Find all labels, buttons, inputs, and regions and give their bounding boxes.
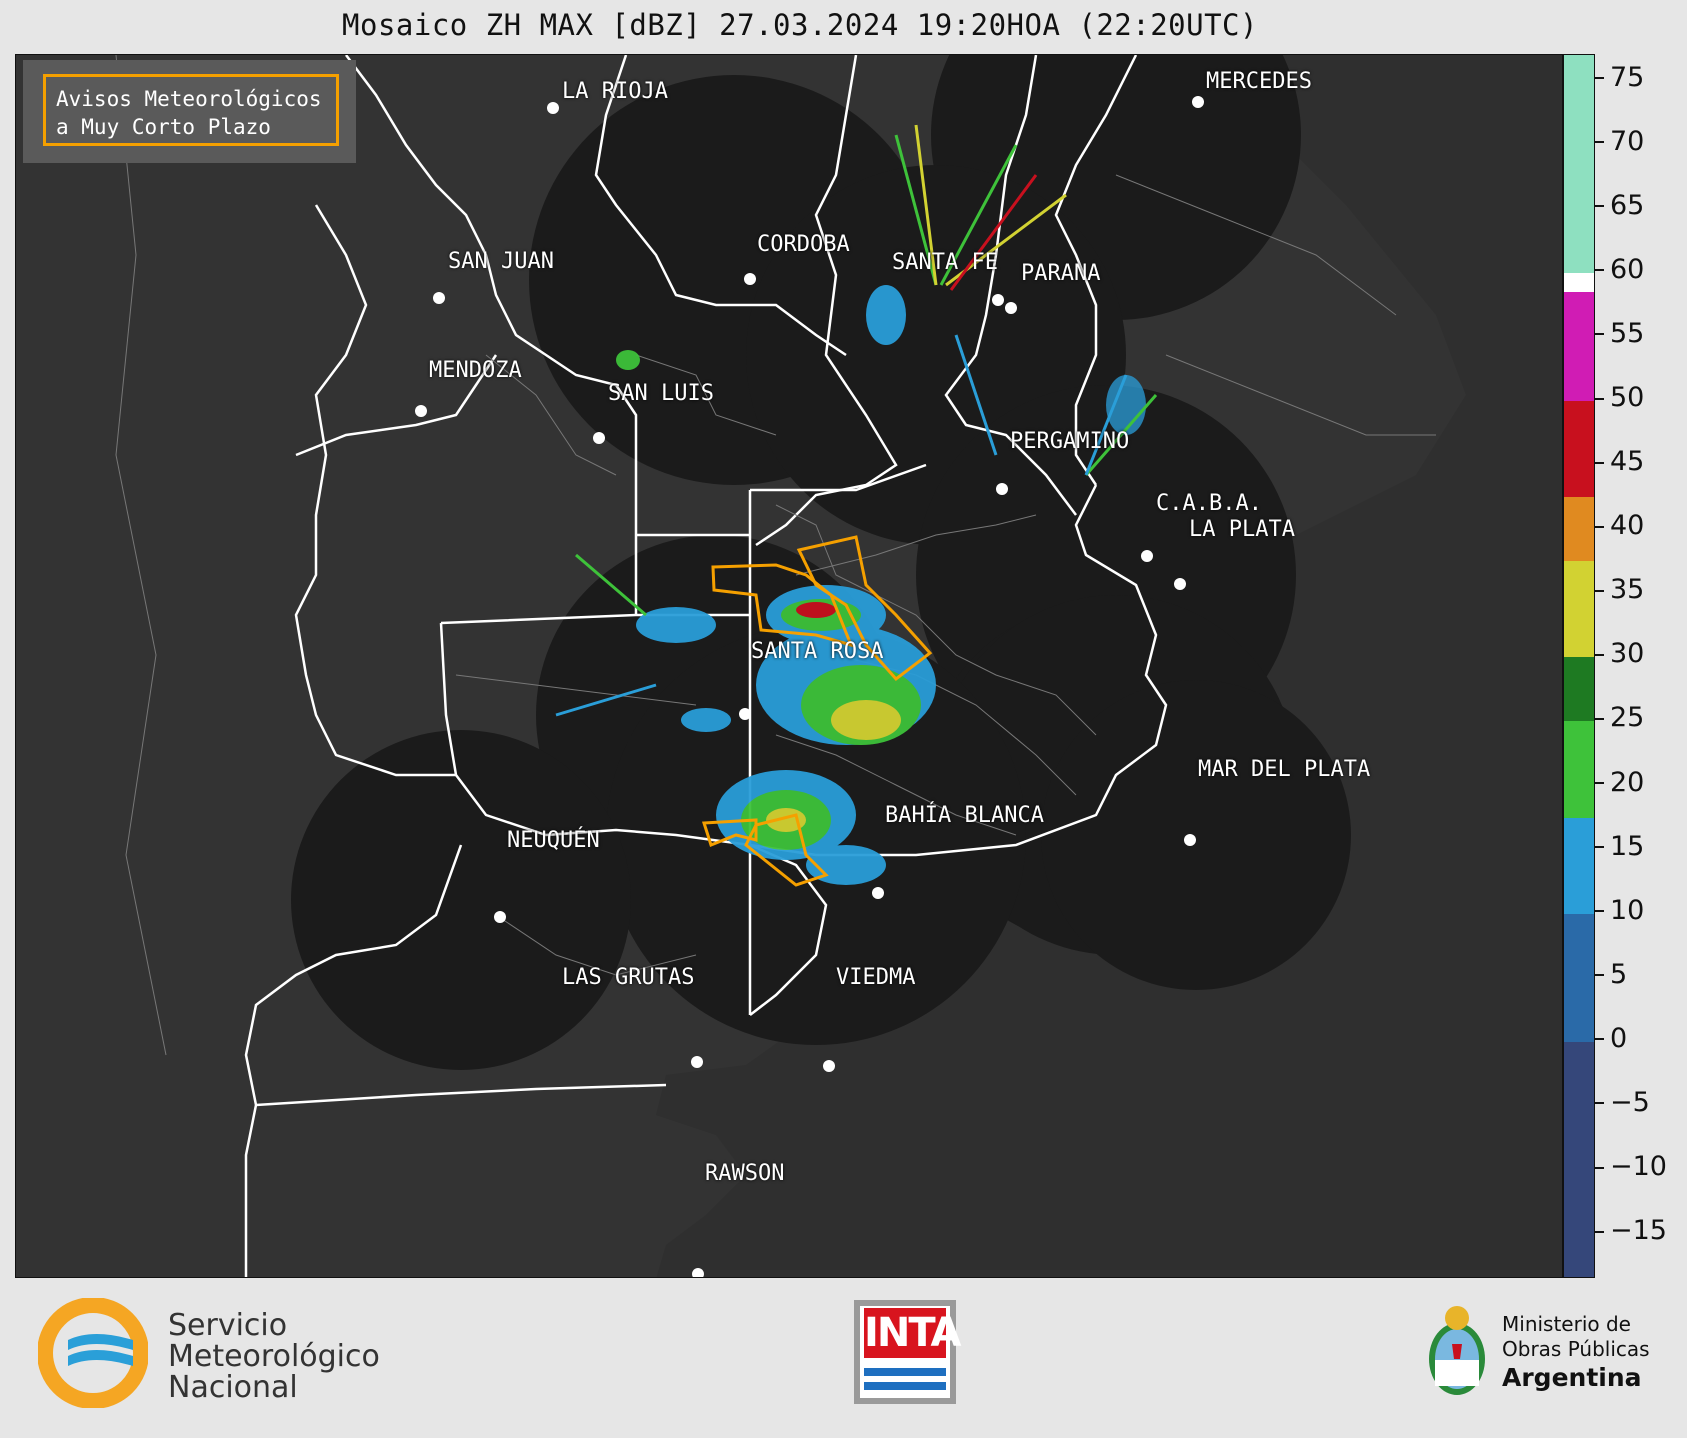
colorbar-tick-label: 60 [1595, 254, 1644, 285]
colorbar-segment [1564, 913, 1594, 1042]
city-marker-mar-del-plata [1184, 834, 1196, 846]
colorbar-tick-label: 40 [1595, 510, 1644, 541]
colorbar-segment [1564, 55, 1594, 273]
city-label-rawson: RAWSON [705, 1161, 785, 1186]
colorbar-tick-label: 35 [1595, 574, 1644, 605]
city-marker-viedma [823, 1060, 835, 1072]
city-marker-la-rioja [547, 102, 559, 114]
colorbar-segment [1564, 401, 1594, 498]
colorbar-tick-label: 45 [1595, 446, 1644, 477]
city-label-santa-fe: SANTA FE [892, 250, 998, 275]
national-coat-of-arms-icon [1429, 1306, 1485, 1395]
ministerio-line-2: Obras Públicas [1502, 1337, 1650, 1361]
city-label-las-grutas: LAS GRUTAS [562, 965, 695, 990]
legend-box: Avisos Meteorológicos a Muy Corto Plazo [23, 60, 356, 163]
smn-name-line-1: Servicio [168, 1308, 288, 1343]
colorbar-segment [1564, 497, 1594, 562]
city-marker-pergamino [996, 483, 1008, 495]
city-marker-parana [1005, 302, 1017, 314]
city-marker-las-grutas [691, 1056, 703, 1068]
city-label-mar-del-plata: MAR DEL PLATA [1198, 757, 1371, 782]
colorbar-tick-label: 50 [1595, 382, 1644, 413]
city-label-bahia-blanca: BAHÍA BLANCA [885, 803, 1044, 828]
map-title: Mosaico ZH MAX [dBZ] 27.03.2024 19:20HOA… [342, 8, 1258, 42]
city-label-pergamino: PERGAMINO [1010, 429, 1130, 454]
colorbar-tick-label: 10 [1595, 895, 1644, 926]
city-marker-mendoza [415, 405, 427, 417]
city-marker-cordoba [744, 273, 756, 285]
city-marker-caba [1141, 550, 1153, 562]
city-marker-la-plata [1174, 578, 1186, 590]
colorbar-tick-label: 15 [1595, 831, 1644, 862]
city-marker-santa-fe [992, 294, 1004, 306]
smn-emblem-icon [38, 1298, 148, 1408]
colorbar-tick-label: −15 [1595, 1215, 1667, 1246]
smn-name-line-2: Meteorológico [168, 1339, 380, 1374]
dbz-colorbar [1563, 54, 1595, 1278]
ministerio-logo: Ministerio de Obras Públicas Argentina [1422, 1300, 1662, 1410]
colorbar-tick-label: 70 [1595, 126, 1644, 157]
city-label-neuquen: NEUQUÉN [507, 828, 600, 853]
colorbar-tick-label: 20 [1595, 767, 1644, 798]
city-label-san-juan: SAN JUAN [448, 249, 554, 274]
colorbar-tick-label: −10 [1595, 1151, 1667, 1182]
colorbar-segment [1564, 817, 1594, 914]
colorbar-segment [1564, 1041, 1594, 1277]
city-label-mendoza: MENDOZA [429, 358, 522, 383]
city-marker-bahia-blanca [872, 887, 884, 899]
city-marker-san-juan [433, 292, 445, 304]
colorbar-segment [1564, 292, 1594, 402]
ministerio-line-1: Ministerio de [1502, 1312, 1631, 1336]
inta-logo: INTA [854, 1300, 962, 1404]
city-label-viedma: VIEDMA [836, 965, 916, 990]
dbz-colorbar-ticks: 75 70 65 60 55 50 45 40 35 30 25 20 15 10 5 0 −5 −10 −15 [1595, 54, 1687, 1278]
city-label-parana: PARANA [1021, 261, 1101, 286]
warnings-legend: Avisos Meteorológicos a Muy Corto Plazo [43, 74, 339, 146]
ministerio-line-3: Argentina [1502, 1363, 1642, 1392]
colorbar-segment [1564, 657, 1594, 722]
city-marker-mercedes [1192, 96, 1204, 108]
city-marker-neuquen [494, 911, 506, 923]
city-marker-san-luis [593, 432, 605, 444]
city-label-san-luis: SAN LUIS [608, 381, 714, 406]
legend-line-1: Avisos Meteorológicos [56, 87, 322, 111]
city-label-santa-rosa: SANTA ROSA [751, 639, 884, 664]
city-marker-santa-rosa [739, 708, 751, 720]
colorbar-tick-label: 5 [1595, 959, 1627, 990]
colorbar-tick-label: 55 [1595, 318, 1644, 349]
city-label-la-rioja: LA RIOJA [562, 79, 668, 104]
city-marker-rawson [692, 1268, 704, 1277]
colorbar-segment [1564, 721, 1594, 818]
colorbar-tick-label: 30 [1595, 638, 1644, 669]
colorbar-tick-label: 75 [1595, 62, 1644, 93]
colorbar-tick-label: 65 [1595, 190, 1644, 221]
smn-name-line-3: Nacional [168, 1370, 298, 1405]
legend-line-2: a Muy Corto Plazo [56, 115, 271, 139]
inta-wordmark: INTA [864, 1308, 962, 1358]
city-label-mercedes: MERCEDES [1206, 69, 1312, 94]
city-label-la-plata: LA PLATA [1189, 517, 1295, 542]
colorbar-segment [1564, 561, 1594, 658]
smn-logo: Servicio Meteorológico Nacional [38, 1298, 418, 1408]
colorbar-tick-label: −5 [1595, 1087, 1650, 1118]
colorbar-tick-label: 0 [1595, 1023, 1627, 1054]
radar-map[interactable]: Avisos Meteorológicos a Muy Corto Plazo … [15, 54, 1563, 1278]
colorbar-tick-label: 25 [1595, 702, 1644, 733]
colorbar-segment [1564, 272, 1594, 293]
city-label-caba: C.A.B.A. [1156, 491, 1262, 516]
city-label-cordoba: CORDOBA [757, 232, 850, 257]
